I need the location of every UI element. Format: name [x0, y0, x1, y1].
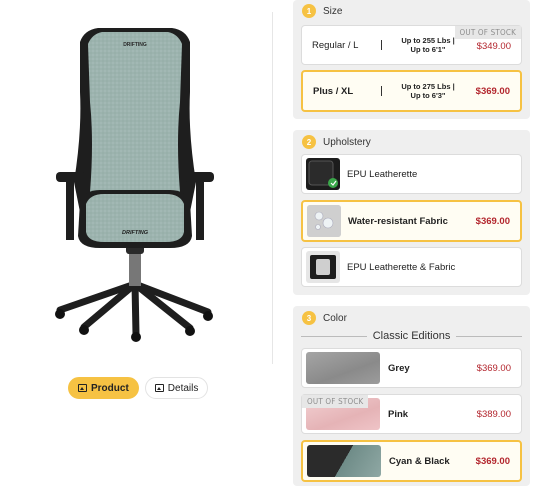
upholstery-section-header: 2 Upholstery	[293, 130, 530, 154]
size-section: 1 Size Regular / L Up to 255 Lbs | Up to…	[293, 0, 530, 119]
cyan-black-swatch-thumbnail	[307, 445, 381, 477]
color-option-price: $369.00	[475, 455, 510, 467]
size-section-title: Size	[323, 5, 343, 17]
color-section-header: 3 Color	[293, 306, 530, 330]
size-spec-height: Up to 6'3"	[410, 91, 446, 100]
upholstery-section-title: Upholstery	[323, 136, 371, 148]
color-section: 3 Color Classic Editions Grey $369.00 OU…	[293, 306, 530, 486]
size-option-price: $369.00	[475, 85, 510, 97]
size-spec-height: Up to 6'1"	[410, 45, 446, 54]
color-option-price: $369.00	[476, 362, 511, 374]
size-option-name: Plus / XL	[313, 85, 354, 97]
color-option-pink[interactable]: OUT OF STOCK Pink $389.00	[301, 394, 522, 434]
size-divider	[381, 86, 382, 96]
leather-fabric-swatch-icon	[310, 255, 336, 279]
heading-rule	[456, 335, 523, 337]
size-option-regular[interactable]: Regular / L Up to 255 Lbs | Up to 6'1" $…	[301, 25, 522, 65]
panel-divider	[272, 12, 273, 364]
size-option-name: Regular / L	[312, 39, 359, 51]
water-drop-swatch-icon	[307, 205, 341, 237]
step-number-badge: 3	[302, 311, 316, 325]
seat-logo: DRIFTING	[122, 230, 149, 236]
backrest-fabric	[88, 32, 182, 192]
color-option-label: Grey	[388, 362, 410, 374]
gaming-chair-image: DRIFTING DRIFTING	[55, 28, 214, 342]
product-view-label: Product	[91, 382, 129, 394]
water-resistant-fabric-thumbnail	[307, 205, 341, 237]
upholstery-option-label: Water-resistant Fabric	[348, 215, 448, 227]
size-option-spec: Up to 275 Lbs | Up to 6'3"	[390, 82, 466, 100]
step-number-badge: 1	[302, 4, 316, 18]
classic-editions-title: Classic Editions	[372, 330, 451, 342]
view-toggle: Product Details	[68, 377, 209, 399]
upholstery-option-epu-fabric[interactable]: EPU Leatherette & Fabric	[301, 247, 522, 287]
upholstery-option-epu[interactable]: EPU Leatherette	[301, 154, 522, 194]
step-number-badge: 2	[302, 135, 316, 149]
image-icon	[154, 384, 164, 392]
upholstery-section: 2 Upholstery EPU Leatherette Water-resis…	[293, 130, 530, 295]
upholstery-option-water-resistant[interactable]: Water-resistant Fabric $369.00	[301, 200, 522, 242]
product-view-button[interactable]: Product	[68, 377, 139, 399]
image-icon	[78, 384, 87, 392]
color-option-cyan-black[interactable]: Cyan & Black $369.00	[301, 440, 522, 482]
color-option-label: Pink	[388, 408, 409, 420]
size-spec-weight: Up to 255 Lbs |	[401, 36, 455, 45]
size-option-price: $349.00	[476, 41, 511, 52]
backrest-logo: DRIFTING	[123, 42, 147, 48]
leather-swatch-icon	[308, 160, 338, 188]
product-gallery: DRIFTING DRIFTING Product Details	[0, 0, 272, 480]
upholstery-option-label: EPU Leatherette & Fabric	[347, 261, 456, 273]
size-section-header: 1 Size	[293, 0, 530, 22]
heading-rule	[301, 335, 367, 337]
color-option-grey[interactable]: Grey $369.00	[301, 348, 522, 388]
size-option-plus[interactable]: Plus / XL Up to 275 Lbs | Up to 6'3" $36…	[301, 70, 522, 112]
size-spec-weight: Up to 275 Lbs |	[401, 82, 455, 91]
upholstery-option-price: $369.00	[475, 215, 510, 227]
color-option-label: Cyan & Black	[389, 455, 450, 467]
out-of-stock-badge: OUT OF STOCK	[302, 395, 369, 408]
out-of-stock-badge: OUT OF STOCK	[454, 26, 521, 39]
details-view-label: Details	[167, 382, 199, 394]
upholstery-option-label: EPU Leatherette	[347, 168, 418, 180]
details-view-button[interactable]: Details	[144, 377, 209, 399]
color-option-price: $389.00	[476, 408, 511, 420]
size-divider	[381, 40, 382, 50]
color-section-title: Color	[323, 312, 347, 324]
chair-base	[55, 240, 213, 342]
classic-editions-heading: Classic Editions	[301, 330, 523, 342]
product-image[interactable]: DRIFTING DRIFTING	[40, 22, 230, 342]
epu-leatherette-thumbnail	[306, 158, 340, 190]
grey-swatch-thumbnail	[306, 352, 380, 384]
epu-fabric-thumbnail	[306, 251, 340, 283]
